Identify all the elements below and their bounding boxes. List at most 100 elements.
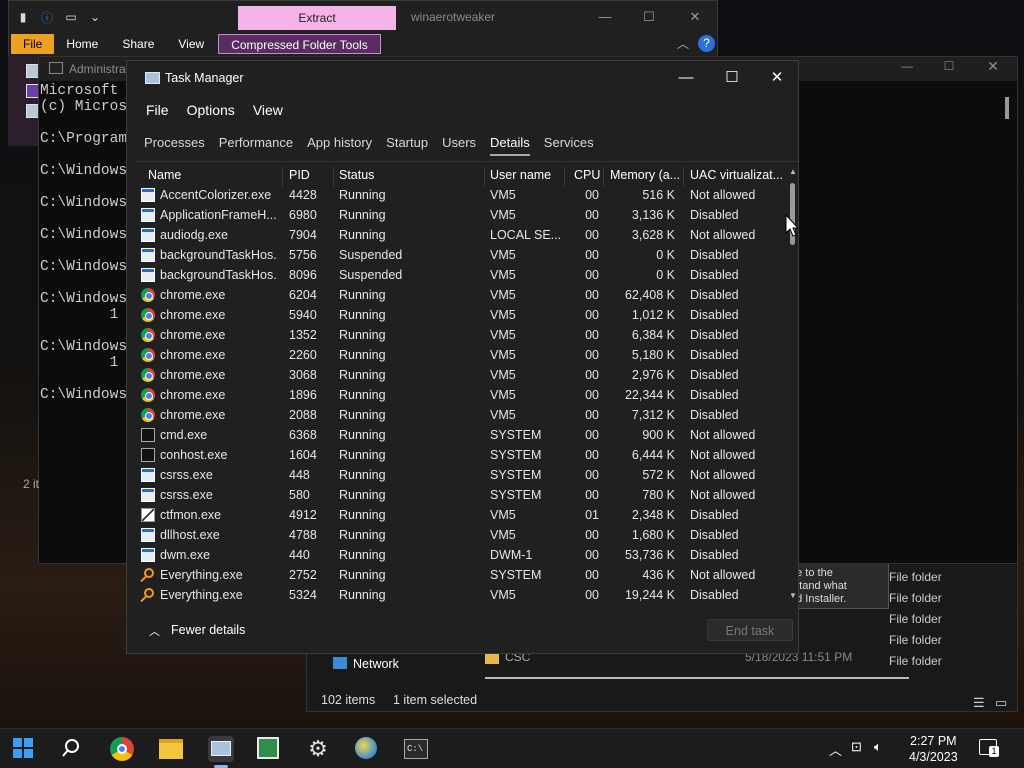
cell-name: Everything.exe [160,588,243,602]
file-explorer-icon[interactable] [159,737,183,761]
network-icon[interactable]: ⊡ [851,739,862,755]
table-row[interactable]: chrome.exe 6204 Running VM5 00 62,408 K Disabl… [137,285,787,305]
cell-pid: 5756 [289,248,317,262]
start-icon[interactable] [12,737,36,761]
ribbon-tab-home[interactable]: Home [54,34,110,54]
tab-performance[interactable]: Performance [212,133,300,153]
ribbon-tab-compressed-folder-tools[interactable]: Compressed Folder Tools [218,34,381,54]
ribbon-tab-share[interactable]: Share [110,34,166,54]
table-row[interactable]: chrome.exe 3068 Running VM5 00 2,976 K Disable… [137,365,787,385]
column-divider[interactable] [333,167,334,187]
table-row[interactable]: cmd.exe 6368 Running SYSTEM 00 900 K Not allow… [137,425,787,445]
tab-users[interactable]: Users [435,133,483,153]
scrollbar-thumb[interactable] [1005,97,1009,119]
column-divider[interactable] [484,167,485,187]
table-row[interactable]: ctfmon.exe 4912 Running VM5 01 2,348 K Disable… [137,505,787,525]
show-hidden-icons-chevron-icon[interactable]: ︿ [829,740,842,759]
new-folder-icon[interactable]: ▭ [61,8,81,26]
column-header-pid[interactable]: PID [289,165,334,185]
task-manager-icon[interactable] [208,736,234,768]
maximize-icon[interactable]: ☐ [627,7,671,27]
table-row[interactable]: chrome.exe 1352 Running VM5 00 6,384 K Disable… [137,325,787,345]
details-view-icon[interactable]: ☰ [973,695,985,711]
tab-app-history[interactable]: App history [300,133,379,153]
volume-icon[interactable]: 🔈︎ [874,739,882,755]
ribbon-tab-view[interactable]: View [166,34,216,54]
column-divider[interactable] [564,167,565,187]
table-row[interactable]: dllhost.exe 4788 Running VM5 00 1,680 K Disabl… [137,525,787,545]
tab-services[interactable]: Services [537,133,601,153]
cell-pid: 6980 [289,208,317,222]
table-row[interactable]: backgroundTaskHos... 5756 Suspended VM5 00 0 … [137,245,787,265]
maximize-icon[interactable]: ☐ [929,59,969,73]
table-row[interactable]: csrss.exe 580 Running SYSTEM 00 780 K Not allo… [137,485,787,505]
quick-access-dropdown-icon[interactable]: ⌄ [85,8,105,26]
table-row[interactable]: Everything.exe 5324 Running VM5 00 19,244 K Di… [137,585,787,605]
table-row[interactable]: chrome.exe 1896 Running VM5 00 22,344 K Disabl… [137,385,787,405]
column-header-user-name[interactable]: User name [490,165,568,185]
minimize-icon[interactable]: — [583,7,627,27]
notification-icon[interactable]: 1 [979,739,999,757]
minimize-icon[interactable]: — [887,59,927,73]
help-icon[interactable]: ? [698,35,715,52]
winaero-icon[interactable] [355,737,379,761]
cell-cpu: 00 [585,488,599,502]
tab-bar: Processes Performance App history Startu… [137,133,601,156]
clock[interactable]: 2:27 PM 4/3/2023 [909,733,958,765]
close-icon[interactable]: ✕ [673,7,717,27]
ribbon-tab-file[interactable]: File [11,34,55,54]
tab-processes[interactable]: Processes [137,133,212,153]
tab-details[interactable]: Details [483,133,537,156]
extract-context-tab[interactable]: Extract [238,6,396,30]
fewer-details-button[interactable]: Fewer details [171,623,245,637]
column-header-uac[interactable]: UAC virtualizat... [690,165,785,185]
scroll-down-icon[interactable]: ▼ [789,591,797,600]
column-header-status[interactable]: Status [339,165,479,185]
scroll-up-icon[interactable]: ▲ [789,167,797,176]
tab-startup[interactable]: Startup [379,133,435,153]
table-row[interactable]: dwm.exe 440 Running DWM-1 00 53,736 K Disabled [137,545,787,565]
large-icons-view-icon[interactable]: ▭ [995,695,1007,711]
column-header-memory[interactable]: Memory (a... [610,165,686,185]
minimize-icon[interactable]: — [663,67,709,89]
table-row[interactable]: ApplicationFrameH... 6980 Running VM5 00 3,13… [137,205,787,225]
close-icon[interactable]: ✕ [754,67,800,89]
table-row[interactable]: chrome.exe 2260 Running VM5 00 5,180 K Disable… [137,345,787,365]
close-icon[interactable]: ✕ [973,58,1013,75]
chevron-up-icon[interactable]: ︿ [149,623,160,639]
chrome-process-icon [141,308,155,322]
column-divider[interactable] [282,167,283,187]
maximize-icon[interactable]: ☐ [709,67,755,89]
table-row[interactable]: AccentColorizer.exe 4428 Running VM5 00 516 K… [137,185,787,205]
cell-uac: Not allowed [690,448,756,462]
folder-icon[interactable]: ▮ [13,8,33,26]
table-row[interactable]: Everything.exe 2752 Running SYSTEM 00 436 K No… [137,565,787,585]
table-row[interactable]: csrss.exe 448 Running SYSTEM 00 572 K Not allo… [137,465,787,485]
table-row[interactable]: backgroundTaskHos... 8096 Suspended VM5 00 0 … [137,265,787,285]
table-row[interactable]: chrome.exe 5940 Running VM5 00 1,012 K Disable… [137,305,787,325]
h-scrollbar[interactable] [485,677,909,679]
column-header-cpu[interactable]: CPU [574,165,604,185]
end-task-button[interactable]: End task [707,619,793,641]
menu-options[interactable]: Options [178,101,244,119]
search-icon[interactable] [60,737,84,761]
cell-user: VM5 [490,368,516,382]
menu-view[interactable]: View [244,101,292,119]
nav-network[interactable]: Network [353,657,399,671]
notepad-icon[interactable] [257,737,281,761]
table-row[interactable]: chrome.exe 2088 Running VM5 00 7,312 K Disable… [137,405,787,425]
cell-cpu: 00 [585,188,599,202]
settings-icon[interactable]: ⚙ [306,737,330,761]
menu-file[interactable]: File [137,101,178,119]
cell-user: LOCAL SE... [490,228,562,242]
chrome-icon[interactable] [110,737,134,761]
collapse-ribbon-icon[interactable]: ︿ [677,35,689,52]
column-divider[interactable] [683,167,684,187]
table-row[interactable]: audiodg.exe 7904 Running LOCAL SE... 00 3,628… [137,225,787,245]
table-row[interactable]: conhost.exe 1604 Running SYSTEM 00 6,444 K Not… [137,445,787,465]
column-header-name[interactable]: Name [148,165,288,185]
cmd-icon[interactable]: C:\ [404,737,428,761]
column-divider[interactable] [603,167,604,187]
cell-pid: 6368 [289,428,317,442]
properties-icon[interactable]: ⓘ [37,8,57,26]
